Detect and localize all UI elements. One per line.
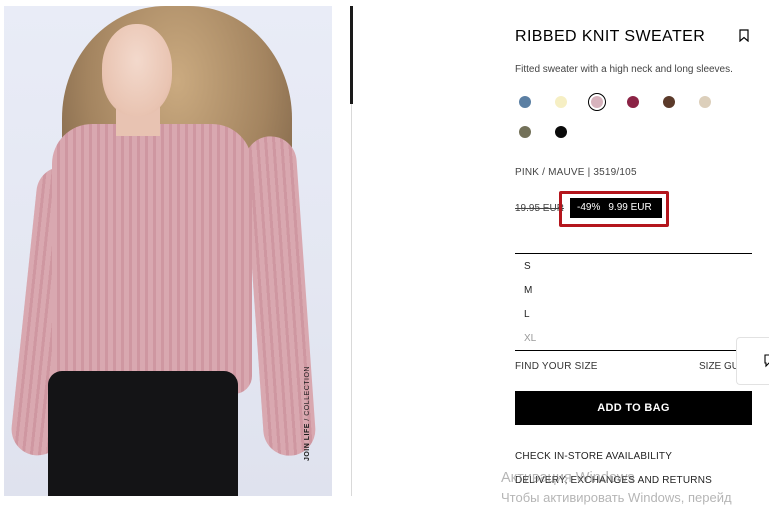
size-option[interactable]: L — [524, 309, 530, 320]
color-swatch-blue[interactable] — [519, 96, 531, 108]
chat-button[interactable] — [736, 337, 769, 385]
join-life-tag: JOIN LIFE / COLLECTION — [304, 366, 311, 462]
bookmark-icon[interactable] — [739, 29, 749, 42]
photo-face — [102, 24, 172, 116]
color-swatch-cream[interactable] — [555, 96, 567, 108]
color-swatch-black[interactable] — [555, 126, 567, 138]
color-swatch-pink-mauve[interactable] — [588, 93, 606, 111]
color-swatch-burgundy[interactable] — [627, 96, 639, 108]
product-color-code: PINK / MAUVE | 3519/105 — [515, 167, 637, 178]
product-info-panel: RIBBED KNIT SWEATER Fitted sweater with … — [515, 0, 769, 507]
sale-price-badge: -49% 9.99 EUR — [570, 198, 662, 218]
size-guide-link[interactable]: SIZE GU — [699, 361, 739, 372]
color-swatch-beige[interactable] — [699, 96, 711, 108]
photo-pants — [48, 371, 238, 496]
check-store-availability-link[interactable]: CHECK IN-STORE AVAILABILITY — [515, 451, 672, 462]
gallery-scroll-thumb[interactable] — [350, 6, 353, 104]
color-swatch-olive[interactable] — [519, 126, 531, 138]
product-description: Fitted sweater with a high neck and long… — [515, 64, 733, 75]
delivery-returns-link[interactable]: DELIVERY, EXCHANGES AND RETURNS — [515, 475, 712, 486]
discount-percent: -49% — [577, 202, 601, 213]
add-to-bag-button[interactable]: ADD TO BAG — [515, 391, 752, 425]
gallery-scrollbar[interactable] — [350, 6, 353, 496]
size-option[interactable]: S — [524, 261, 531, 272]
product-title: RIBBED KNIT SWEATER — [515, 28, 706, 45]
photo-sweater — [52, 124, 252, 394]
original-price: 19.95 EUR — [515, 203, 564, 214]
color-swatch-brown[interactable] — [663, 96, 675, 108]
product-photo[interactable]: JOIN LIFE / COLLECTION — [4, 6, 332, 496]
chat-icon — [764, 354, 769, 368]
size-option[interactable]: XL — [524, 333, 536, 344]
sale-price: 9.99 EUR — [608, 202, 652, 213]
find-your-size-link[interactable]: FIND YOUR SIZE — [515, 361, 598, 372]
size-selector: S M L XL — [515, 253, 752, 351]
size-option[interactable]: M — [524, 285, 532, 296]
